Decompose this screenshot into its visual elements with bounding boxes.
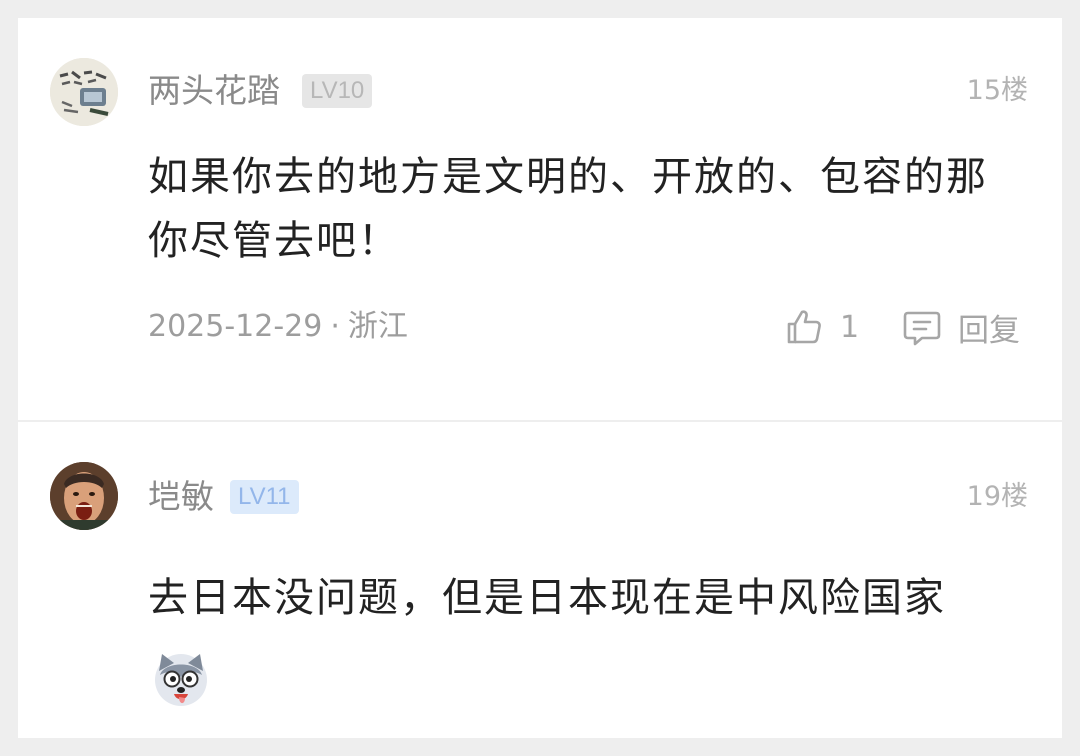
like-count: 1 <box>840 309 860 345</box>
comment-text: 去日本没问题，但是日本现在是中风险国家 <box>148 555 988 727</box>
avatar[interactable] <box>50 58 118 126</box>
comment-text-body: 去日本没问题，但是日本现在是中风险国家 <box>148 575 946 621</box>
comment-bubble-icon <box>903 311 941 346</box>
reply-button[interactable]: 回复 <box>902 306 1020 349</box>
reply-label: 回复 <box>958 312 1020 349</box>
comment-location: 浙江 <box>347 309 408 344</box>
thumbs-up-icon <box>787 310 821 344</box>
level-badge: LV10 <box>302 74 373 108</box>
comment-card: 垲敏 LV11 19楼 去日本没问题，但是日本现在是中风险国家 <box>18 422 1062 738</box>
like-button[interactable]: 1 <box>784 306 859 348</box>
level-badge: LV11 <box>230 480 299 514</box>
comment-text: 如果你去的地方是文明的、开放的、包容的那你尽管去吧！ <box>148 154 988 264</box>
avatar[interactable] <box>50 462 118 530</box>
comment-card: 两头花踏 LV10 15楼 如果你去的地方是文明的、开放的、包容的那你尽管去吧！… <box>18 18 1062 420</box>
comment-meta: 2025-12-29 · 浙江 <box>148 307 408 347</box>
username[interactable]: 两头花踏 <box>148 71 280 111</box>
meta-separator: · <box>330 309 340 344</box>
username[interactable]: 垲敏 <box>148 477 214 517</box>
floor-number: 19楼 <box>966 481 1028 512</box>
floor-number: 15楼 <box>966 75 1028 106</box>
comment-date: 2025-12-29 <box>148 309 323 344</box>
husky-emoji-icon <box>152 651 210 709</box>
